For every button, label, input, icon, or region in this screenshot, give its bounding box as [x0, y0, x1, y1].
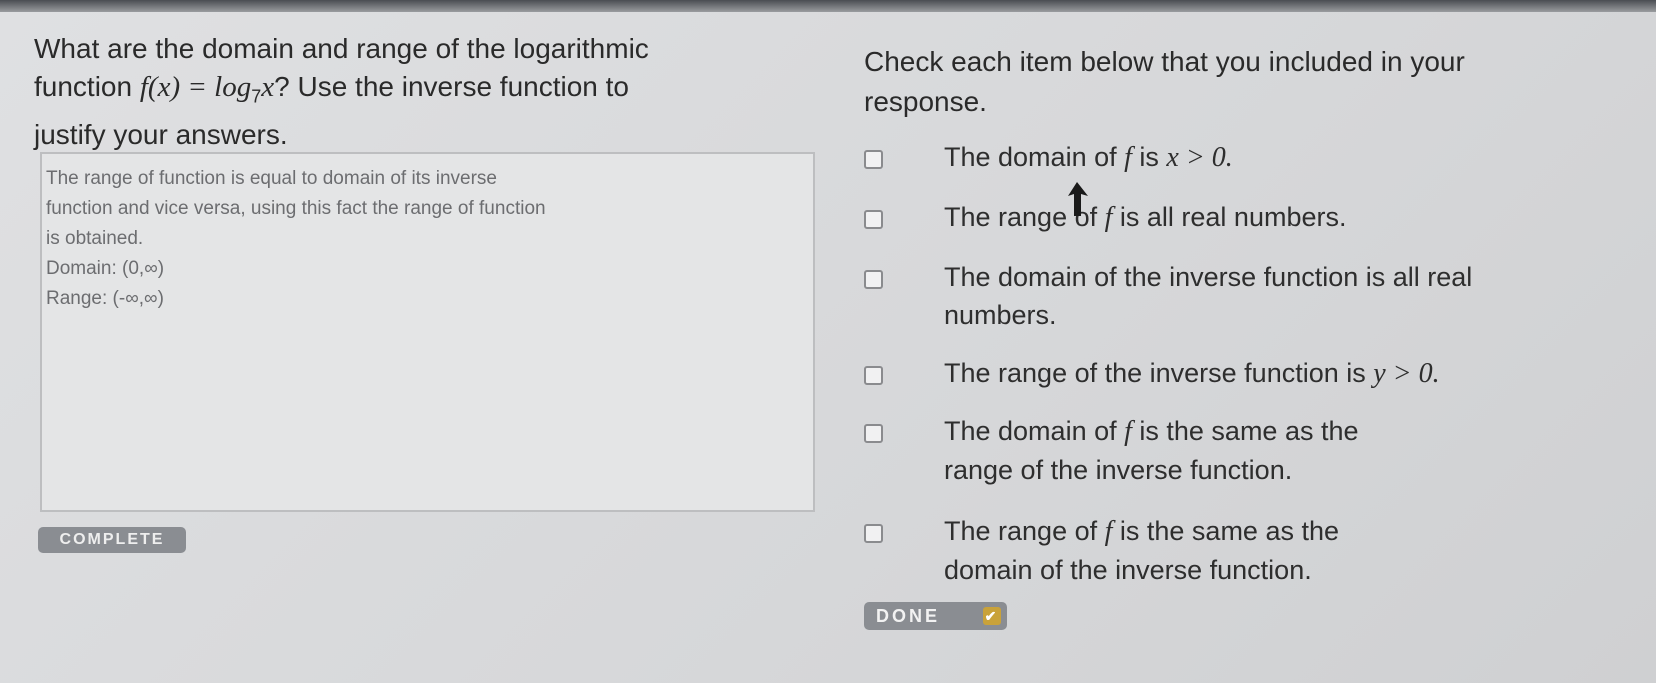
question-prompt: What are the domain and range of the log… [34, 30, 834, 154]
complete-button[interactable]: COMPLETE [38, 527, 186, 553]
question-line-3: justify your answers. [34, 118, 288, 150]
done-button[interactable]: DONE ✔ [864, 602, 1007, 630]
answer-textbox[interactable]: The range of function is equal to domain… [40, 152, 815, 512]
answer-line-1: The range of function is equal to domain… [46, 168, 497, 189]
checkbox[interactable] [864, 524, 883, 543]
checkbox[interactable] [864, 210, 883, 229]
question-line-1: What are the domain and range of the log… [34, 33, 649, 64]
answer-line-2: function and vice versa, using this fact… [46, 198, 546, 219]
checkmark-icon: ✔ [983, 607, 1001, 625]
question-line-2: function f(x) = log7x? Use the inverse f… [34, 71, 629, 107]
answer-line-3: is obtained. [46, 228, 144, 249]
checkbox[interactable] [864, 366, 883, 385]
answer-domain: Domain: (0,∞) [46, 258, 165, 279]
checklist-title: Check each item below that you included … [864, 46, 1465, 117]
answer-range: Range: (-∞,∞) [46, 288, 164, 309]
checkbox[interactable] [864, 424, 883, 443]
mouse-cursor-icon [1068, 182, 1088, 216]
checkbox[interactable] [864, 150, 883, 169]
checkbox[interactable] [864, 270, 883, 289]
top-bar [0, 0, 1656, 12]
